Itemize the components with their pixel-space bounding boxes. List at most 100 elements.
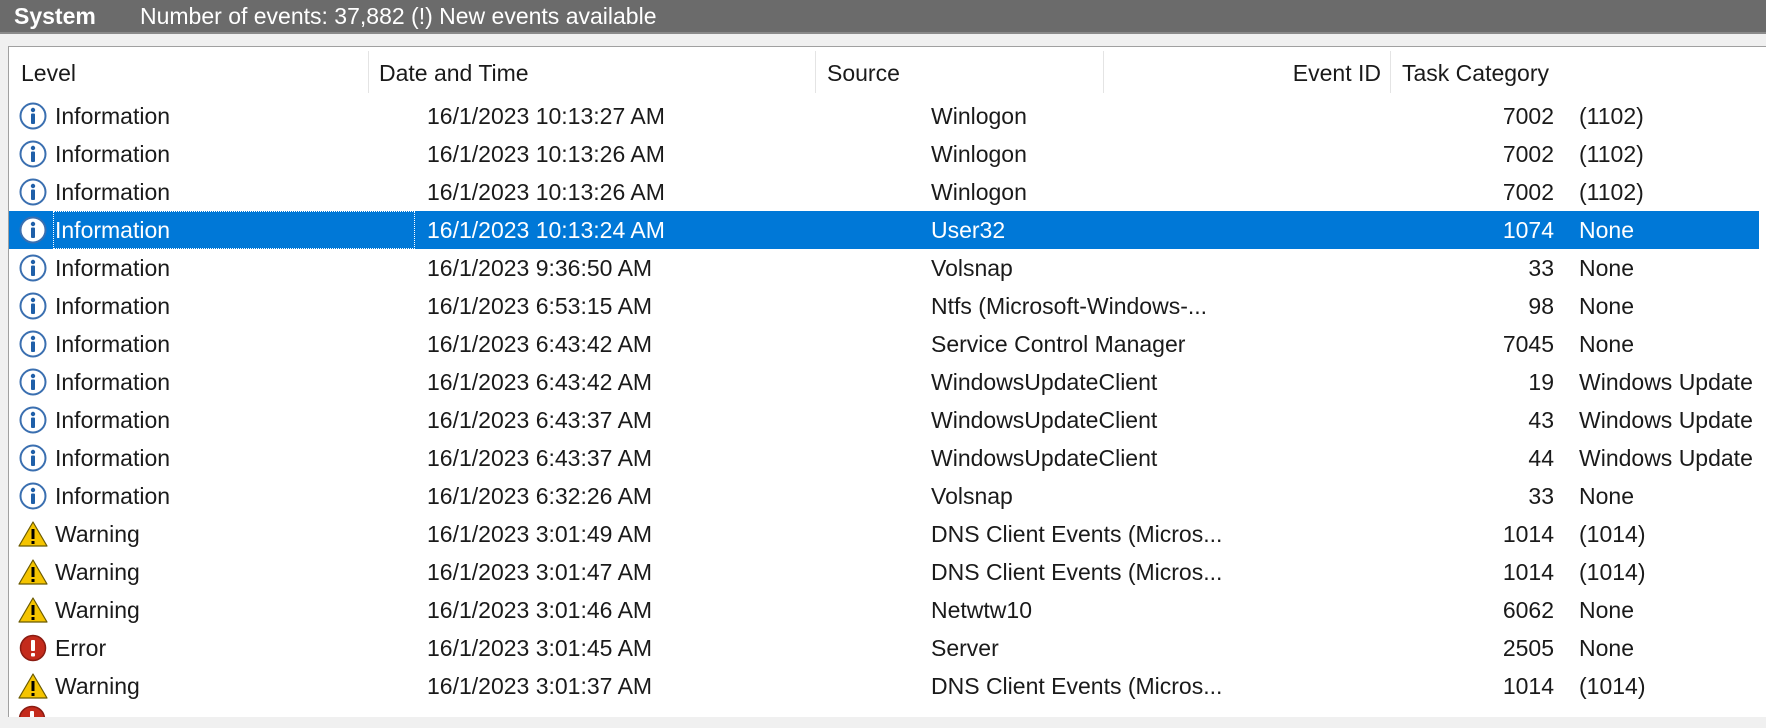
event-level: Information [55,103,171,129]
event-id: 19 [1528,369,1554,395]
event-row[interactable]: Information 16/1/2023 10:13:24 AM User32 10… [9,211,1759,249]
event-source: WindowsUpdateClient [931,445,1158,471]
event-id: 2505 [1502,635,1554,661]
event-row[interactable]: Information 16/1/2023 6:53:15 AM Ntfs (Mic… [9,287,1759,325]
error-icon [17,629,49,667]
event-task-category: (1014) [1579,673,1646,699]
event-date-time: 16/1/2023 6:43:37 AM [427,445,653,471]
column-header-level[interactable]: Level [21,47,361,97]
event-task-category: None [1579,483,1634,509]
event-level: Error [55,635,107,661]
event-row[interactable]: Information 16/1/2023 9:36:50 AM Volsnap 33… [9,249,1759,287]
event-source: Server [931,635,999,661]
event-row[interactable]: Information 16/1/2023 6:43:37 AM WindowsUp… [9,401,1759,439]
event-task-category: (1102) [1579,141,1644,167]
event-source: WindowsUpdateClient [931,407,1158,433]
event-row[interactable]: Information 16/1/2023 6:32:26 AM Volsnap 33… [9,477,1759,515]
event-row[interactable]: Information 16/1/2023 6:43:42 AM WindowsUp… [9,363,1759,401]
column-divider[interactable] [815,51,816,93]
event-level: Information [55,255,171,281]
event-row[interactable]: Information 16/1/2023 6:43:37 AM WindowsUp… [9,439,1759,477]
column-header-date[interactable]: Date and Time [379,47,809,97]
column-header-source[interactable]: Source [827,47,1097,97]
event-source: Service Control Manager [931,331,1186,357]
event-task-category: Windows Update [1579,445,1753,471]
event-level: Warning [55,673,140,699]
event-source: DNS Client Events (Micros... [931,521,1223,547]
info-icon [17,211,49,249]
event-id: 7002 [1502,141,1554,167]
event-source: Winlogon [931,179,1027,205]
event-source: Winlogon [931,141,1027,167]
error-icon [18,705,46,717]
event-source: Volsnap [931,483,1013,509]
event-date-time: 16/1/2023 6:32:26 AM [427,483,653,509]
event-task-category: None [1579,217,1634,243]
event-source: Volsnap [931,255,1013,281]
warning-icon [17,591,49,629]
column-header-event-id[interactable]: Event ID [1109,47,1381,97]
event-date-time: 16/1/2023 10:13:26 AM [427,141,665,167]
event-level: Information [55,179,171,205]
event-date-time: 16/1/2023 3:01:45 AM [427,635,653,661]
event-date-time: 16/1/2023 3:01:46 AM [427,597,653,623]
info-icon [17,97,49,135]
event-row[interactable]: Warning 16/1/2023 3:01:47 AM DNS Client Ev… [9,553,1759,591]
event-date-time: 16/1/2023 3:01:37 AM [427,673,653,699]
event-level: Information [55,369,171,395]
event-row[interactable]: Information 16/1/2023 10:13:26 AM Winlogon… [9,135,1759,173]
event-source: User32 [931,217,1006,243]
event-id: 1014 [1502,673,1554,699]
event-source: DNS Client Events (Micros... [931,673,1223,699]
event-date-time: 16/1/2023 6:43:42 AM [427,369,653,395]
event-id: 7002 [1502,179,1554,205]
event-level: Information [55,483,171,509]
event-row[interactable]: Information 16/1/2023 10:13:27 AM Winlogon… [9,97,1759,135]
info-icon [17,287,49,325]
column-divider[interactable] [1103,51,1104,93]
event-id: 1074 [1502,217,1554,243]
event-level: Warning [55,521,140,547]
event-date-time: 16/1/2023 3:01:47 AM [427,559,653,585]
info-icon [17,439,49,477]
event-task-category: (1102) [1579,179,1644,205]
event-row-partial[interactable] [9,705,1759,717]
event-row[interactable]: Warning 16/1/2023 3:01:46 AM Netwtw10 6062 N… [9,591,1759,629]
column-divider[interactable] [368,51,369,93]
event-task-category: Windows Update [1579,407,1753,433]
event-id: 43 [1528,407,1554,433]
event-id: 33 [1528,255,1554,281]
event-source: DNS Client Events (Micros... [931,559,1223,585]
event-task-category: None [1579,293,1634,319]
column-header-row: Level Date and Time Source Event ID Task… [9,47,1766,97]
event-task-category: (1014) [1579,521,1646,547]
event-task-category: None [1579,597,1634,623]
event-task-category: Windows Update [1579,369,1753,395]
event-date-time: 16/1/2023 9:36:50 AM [427,255,653,281]
event-list[interactable]: Level Date and Time Source Event ID Task… [8,46,1766,717]
event-rows: Information 16/1/2023 10:13:27 AM Winlogon… [9,97,1766,717]
event-row[interactable]: Information 16/1/2023 10:13:26 AM Winlogon… [9,173,1759,211]
event-date-time: 16/1/2023 6:53:15 AM [427,293,653,319]
event-date-time: 16/1/2023 6:43:37 AM [427,407,653,433]
event-row[interactable]: Error 16/1/2023 3:01:45 AM Server 2505 None [9,629,1759,667]
column-divider[interactable] [1390,51,1391,93]
event-id: 33 [1528,483,1554,509]
event-task-category: None [1579,635,1634,661]
event-task-category: (1014) [1579,559,1646,585]
info-icon [17,135,49,173]
event-level: Warning [55,559,140,585]
event-row[interactable]: Information 16/1/2023 6:43:42 AM Service C… [9,325,1759,363]
event-id: 7045 [1502,331,1554,357]
event-row[interactable]: Warning 16/1/2023 3:01:37 AM DNS Client Ev… [9,667,1759,705]
event-level: Information [55,331,171,357]
event-row[interactable]: Warning 16/1/2023 3:01:49 AM DNS Client Ev… [9,515,1759,553]
column-header-task-category[interactable]: Task Category [1402,47,1762,97]
info-icon [17,401,49,439]
info-icon [17,363,49,401]
event-source: Netwtw10 [931,597,1032,623]
event-id: 1014 [1502,521,1554,547]
warning-icon [17,515,49,553]
event-date-time: 16/1/2023 3:01:49 AM [427,521,653,547]
event-level: Warning [55,597,140,623]
